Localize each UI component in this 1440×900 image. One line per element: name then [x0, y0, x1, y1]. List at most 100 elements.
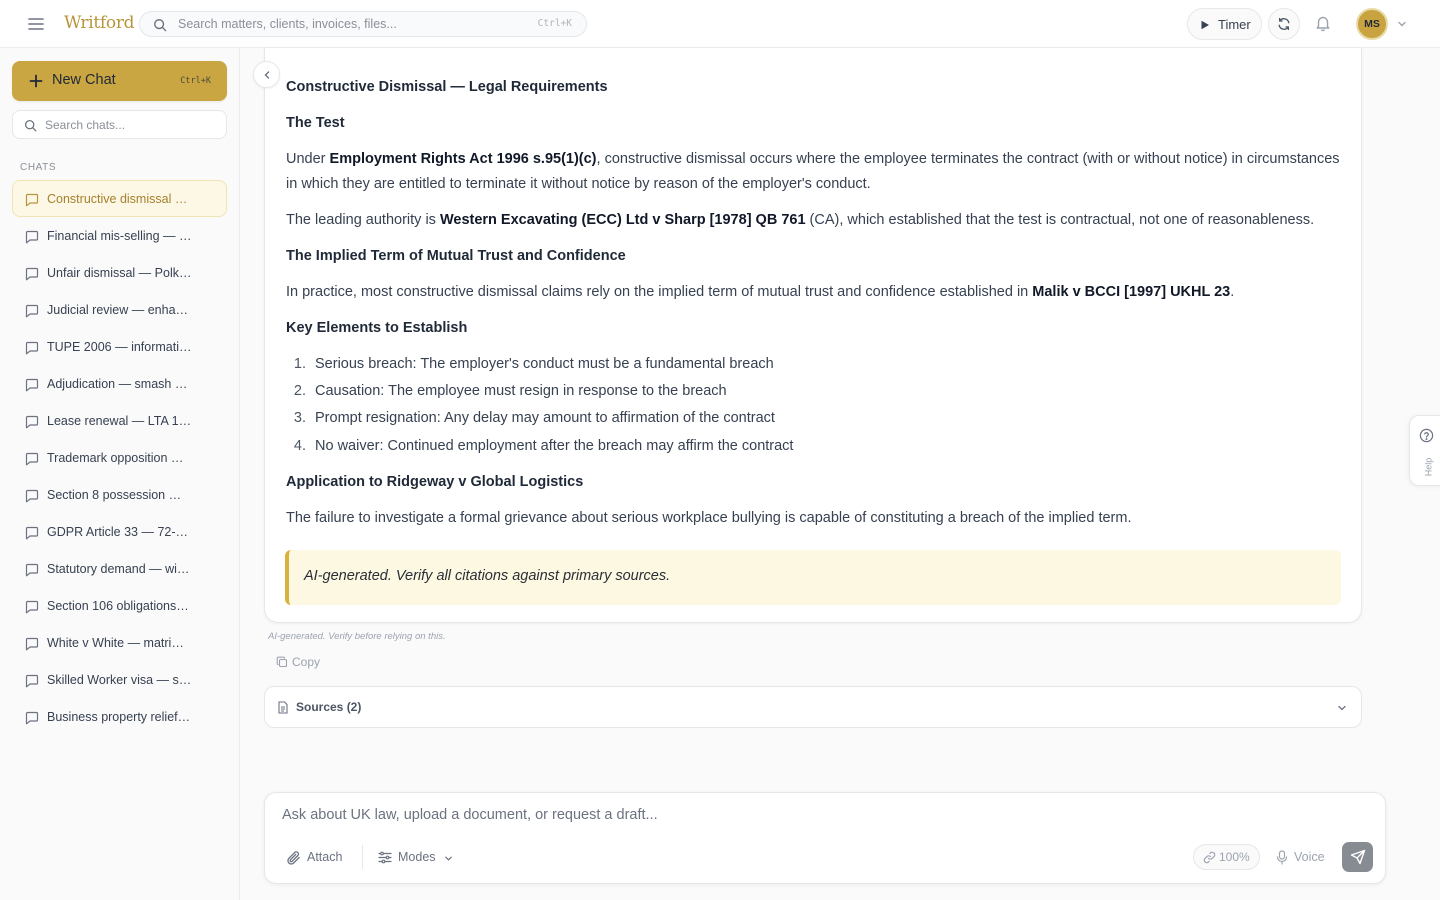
chevron-left-icon	[264, 71, 270, 79]
help-tab[interactable]: Help	[1409, 415, 1440, 486]
assistant-message-card: Constructive Dismissal — Legal Requireme…	[264, 48, 1362, 623]
message-icon	[25, 452, 39, 466]
message-icon	[25, 526, 39, 540]
chat-list-item-label: Lease renewal — LTA 1954	[47, 414, 192, 428]
link-icon	[1203, 851, 1216, 864]
chat-list-item[interactable]: Unfair dismissal — Polkey reduction	[12, 254, 227, 291]
message-icon	[25, 267, 39, 281]
hamburger-icon[interactable]	[26, 14, 46, 34]
key-element-item: 3. Prompt resignation: Any delay may amou…	[286, 410, 775, 426]
text-span: .	[1230, 284, 1235, 300]
list-item-text: Causation: The employee must resign in r…	[315, 383, 727, 399]
new-chat-button[interactable]: New Chat Ctrl+K	[12, 61, 227, 101]
ai-verification-note: AI-generated. Verify all citations again…	[285, 550, 1341, 605]
message-icon	[25, 563, 39, 577]
message-icon	[25, 193, 39, 207]
chat-list-item-label: Constructive dismissal — legal requireme…	[47, 192, 192, 206]
message-composer: Ask about UK law, upload a document, or …	[264, 792, 1386, 884]
new-chat-label: New Chat	[52, 72, 116, 88]
chat-list-item[interactable]: Statutory demand — winding up	[12, 550, 227, 587]
play-icon	[1200, 20, 1210, 30]
test-paragraph-1: Under Employment Rights Act 1996 s.95(1)…	[286, 147, 1342, 197]
list-number: 1.	[293, 356, 306, 372]
chat-list-item[interactable]: Section 106 obligations — planning	[12, 587, 227, 624]
text-span: (CA), which established that the test is…	[805, 212, 1315, 228]
chat-list-item[interactable]: TUPE 2006 — information and consultation	[12, 328, 227, 365]
heading-application: Application to Ridgeway v Global Logisti…	[286, 474, 584, 490]
send-button[interactable]	[1342, 842, 1373, 872]
sources-accordion[interactable]: Sources (2)	[264, 686, 1362, 728]
key-element-item: 4. No waiver: Continued employment after …	[286, 438, 794, 454]
chevron-down-icon[interactable]	[1397, 19, 1407, 29]
list-number: 2.	[293, 383, 306, 399]
refresh-button[interactable]	[1268, 8, 1300, 40]
chat-list-item[interactable]: Lease renewal — LTA 1954	[12, 402, 227, 439]
zoom-label: 100%	[1219, 850, 1250, 864]
top-bar: Writford Search matters, clients, invoic…	[0, 0, 1440, 48]
modes-dropdown[interactable]: Modes	[378, 849, 458, 867]
chat-list-item[interactable]: Section 8 possession — ground 8	[12, 476, 227, 513]
chat-list-item-label: Judicial review — enhanced prohibition	[47, 303, 192, 317]
composer-divider	[362, 845, 363, 869]
help-circle-icon	[1419, 428, 1434, 443]
list-number: 4.	[293, 438, 306, 454]
chat-list: Constructive dismissal — legal requireme…	[12, 180, 227, 735]
zoom-level-button[interactable]: 100%	[1193, 844, 1260, 870]
chat-list-item[interactable]: Financial mis-selling — FOS complaint	[12, 217, 227, 254]
voice-label: Voice	[1294, 850, 1325, 864]
refresh-icon	[1278, 17, 1290, 31]
citation-western-excavating: Western Excavating (ECC) Ltd v Sharp [19…	[439, 212, 806, 228]
citation-malik-bcci: Malik v BCCI [1997] UKHL 23	[1032, 284, 1231, 300]
new-chat-shortcut: Ctrl+K	[180, 76, 211, 86]
message-icon	[25, 637, 39, 651]
chat-list-item-label: Statutory demand — winding up	[47, 562, 192, 576]
application-paragraph: The failure to investigate a formal grie…	[286, 510, 1132, 526]
timer-label: Timer	[1218, 17, 1251, 32]
sources-label: Sources (2)	[296, 700, 362, 714]
collapse-sidebar-button[interactable]	[253, 61, 280, 88]
user-avatar[interactable]: MS	[1356, 8, 1388, 40]
chat-list-item-label: Section 8 possession — ground 8	[47, 488, 192, 502]
list-item-text: No waiver: Continued employment after th…	[315, 438, 794, 454]
key-element-item: 1. Serious breach: The employer's conduct…	[286, 356, 774, 372]
chat-list-item-label: TUPE 2006 — information and consultation	[47, 340, 192, 354]
implied-paragraph: In practice, most constructive dismissal…	[286, 280, 1342, 305]
global-search-input[interactable]: Search matters, clients, invoices, files…	[139, 11, 587, 37]
app-logo[interactable]: Writford	[64, 13, 135, 33]
send-icon	[1350, 849, 1366, 865]
heading-the-test: The Test	[286, 115, 345, 131]
chat-list-item[interactable]: Constructive dismissal — legal requireme…	[12, 180, 227, 217]
chat-list-item[interactable]: Trademark opposition — likelihood of con…	[12, 439, 227, 476]
modes-label: Modes	[398, 850, 436, 864]
document-icon	[277, 701, 289, 714]
citation-era-1996: Employment Rights Act 1996 s.95(1)(c)	[329, 151, 597, 167]
attach-label: Attach	[307, 850, 343, 864]
key-element-item: 2. Causation: The employee must resign in…	[286, 383, 727, 399]
chat-search-input[interactable]: Search chats...	[12, 110, 227, 139]
timer-button[interactable]: Timer	[1187, 8, 1262, 40]
chat-list-item-label: GDPR Article 33 — 72-hour notification	[47, 525, 192, 539]
message-icon	[25, 674, 39, 688]
sidebar: New Chat Ctrl+K Search chats... CHATS Co…	[0, 48, 240, 900]
chevron-down-icon	[1337, 703, 1347, 713]
bell-icon[interactable]	[1314, 14, 1332, 32]
chat-list-item[interactable]: GDPR Article 33 — 72-hour notification	[12, 513, 227, 550]
chat-list-item[interactable]: Adjudication — smash and grab	[12, 365, 227, 402]
heading-key-elements: Key Elements to Establish	[286, 320, 468, 336]
chat-list-item[interactable]: Judicial review — enhanced prohibition	[12, 291, 227, 328]
chat-list-item[interactable]: Skilled Worker visa — sponsorship	[12, 661, 227, 698]
text-span: The leading authority is	[286, 212, 440, 228]
composer-input[interactable]: Ask about UK law, upload a document, or …	[282, 807, 658, 823]
message-icon	[25, 415, 39, 429]
message-icon	[25, 711, 39, 725]
chat-list-item[interactable]: Business property relief — IHT	[12, 698, 227, 735]
search-shortcut: Ctrl+K	[537, 18, 572, 29]
chat-list-item[interactable]: White v White — matrimonial assets	[12, 624, 227, 661]
chat-list-item-label: Trademark opposition — likelihood of con…	[47, 451, 192, 465]
heading-implied-term: The Implied Term of Mutual Trust and Con…	[286, 248, 626, 264]
chat-list-item-label: Skilled Worker visa — sponsorship	[47, 673, 192, 687]
search-icon	[24, 119, 37, 132]
chat-list-item-label: Financial mis-selling — FOS complaint	[47, 229, 192, 243]
message-icon	[25, 304, 39, 318]
text-span: In practice, most constructive dismissal…	[286, 284, 1033, 300]
